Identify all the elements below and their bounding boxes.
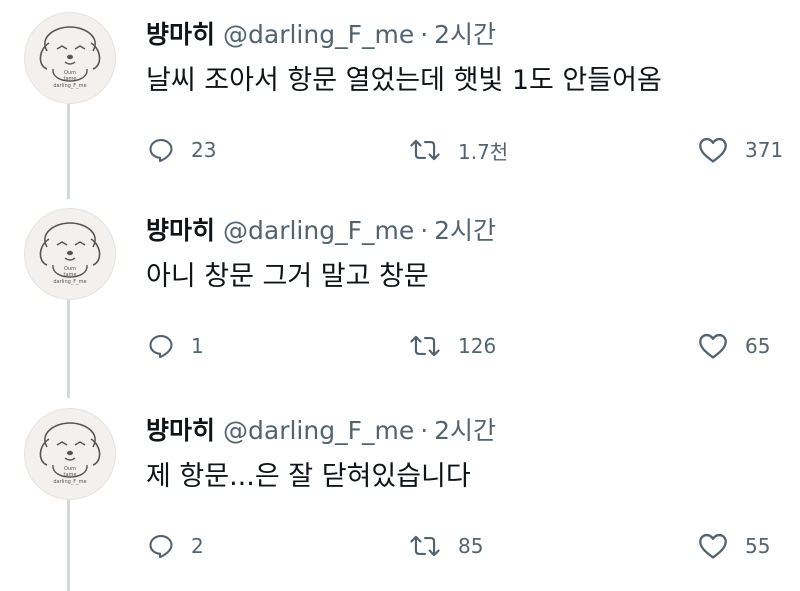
svg-text:darling_F_me: darling_F_me	[53, 479, 86, 485]
tweet[interactable]: Oum tame darling_F_me 뱡마히 @darling_F_me · 2…	[0, 0, 800, 190]
tweet-text: 아니 창문 그거 말고 창문	[146, 261, 429, 292]
like-count: 55	[745, 534, 771, 558]
timestamp[interactable]: 2시간	[434, 20, 496, 49]
reply-button[interactable]: 2	[147, 528, 204, 564]
dog-avatar-icon: Oum tame darling_F_me	[39, 222, 101, 285]
reply-count: 1	[191, 334, 204, 358]
avatar[interactable]: Oum tame darling_F_me	[24, 408, 116, 500]
separator-dot: ·	[420, 416, 429, 445]
timestamp[interactable]: 2시간	[434, 416, 496, 445]
reply-icon	[149, 139, 173, 163]
heart-icon	[699, 533, 727, 559]
like-button[interactable]: 65	[697, 328, 770, 364]
separator-dot: ·	[420, 216, 429, 245]
reply-icon	[149, 535, 173, 559]
heart-icon	[699, 137, 727, 163]
retweet-count: 85	[458, 534, 484, 558]
dog-avatar-icon: Oum tame darling_F_me	[39, 422, 101, 485]
retweet-icon	[410, 535, 440, 557]
svg-text:tame: tame	[64, 472, 77, 478]
tweet[interactable]: Oum tame darling_F_me 뱡마히 @darling_F_me · 2…	[0, 196, 800, 386]
retweet-count: 126	[458, 334, 497, 358]
like-count: 65	[745, 334, 771, 358]
user-handle[interactable]: @darling_F_me	[223, 20, 414, 49]
reply-count: 2	[191, 534, 204, 558]
display-name[interactable]: 뱡마히	[146, 20, 215, 49]
avatar[interactable]: Oum tame darling_F_me	[24, 12, 116, 104]
reply-button[interactable]: 23	[147, 132, 216, 168]
user-handle[interactable]: @darling_F_me	[223, 416, 414, 445]
tweet-header: 뱡마히 @darling_F_me · 2시간	[146, 20, 496, 50]
dog-avatar-icon: Oum tame darling_F_me	[39, 26, 101, 89]
tweet-text: 제 항문...은 잘 닫혀있습니다	[146, 461, 471, 492]
heart-icon	[699, 333, 727, 359]
tweet-header: 뱡마히 @darling_F_me · 2시간	[146, 216, 496, 246]
display-name[interactable]: 뱡마히	[146, 416, 215, 445]
display-name[interactable]: 뱡마히	[146, 216, 215, 245]
like-button[interactable]: 55	[697, 528, 770, 564]
reply-count: 23	[191, 138, 217, 162]
tweet-text: 날씨 조아서 항문 열었는데 햇빛 1도 안들어옴	[146, 65, 662, 96]
reply-icon	[149, 335, 173, 359]
svg-text:darling_F_me: darling_F_me	[53, 279, 86, 285]
timestamp[interactable]: 2시간	[434, 216, 496, 245]
separator-dot: ·	[420, 20, 429, 49]
retweet-button[interactable]: 85	[408, 528, 483, 564]
retweet-count: 1.7천	[458, 139, 509, 164]
user-handle[interactable]: @darling_F_me	[223, 216, 414, 245]
tweet-header: 뱡마히 @darling_F_me · 2시간	[146, 416, 496, 446]
retweet-button[interactable]: 1.7천	[408, 132, 508, 168]
svg-text:tame: tame	[64, 272, 77, 278]
tweet-thread: Oum tame darling_F_me 뱡마히 @darling_F_me · 2…	[0, 0, 800, 591]
retweet-icon	[410, 335, 440, 357]
avatar[interactable]: Oum tame darling_F_me	[24, 208, 116, 300]
retweet-button[interactable]: 126	[408, 328, 496, 364]
svg-text:darling_F_me: darling_F_me	[53, 83, 86, 89]
retweet-icon	[410, 139, 440, 161]
tweet[interactable]: Oum tame darling_F_me 뱡마히 @darling_F_me · 2…	[0, 396, 800, 586]
like-count: 371	[745, 138, 784, 162]
like-button[interactable]: 371	[697, 132, 783, 168]
svg-text:tame: tame	[64, 76, 77, 82]
reply-button[interactable]: 1	[147, 328, 204, 364]
